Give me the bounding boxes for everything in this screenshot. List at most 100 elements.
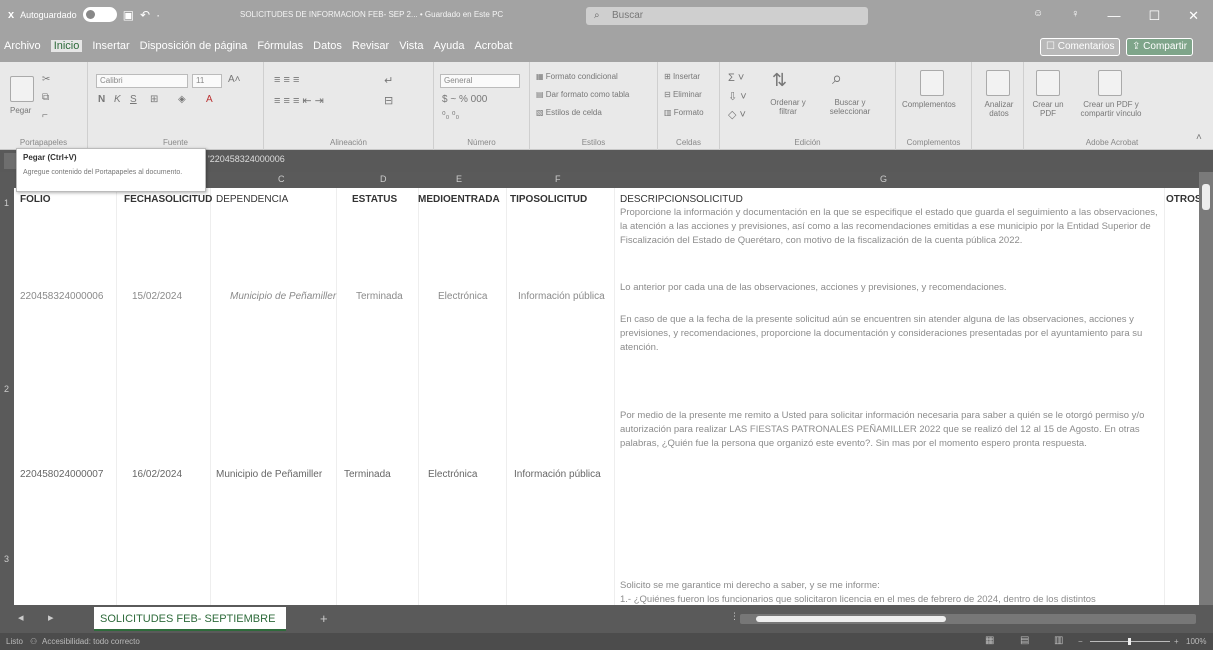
page-break-icon[interactable]: ▥ <box>1054 635 1063 646</box>
save-icon[interactable]: ▣ <box>123 8 134 22</box>
cell-styles-button[interactable]: ▧ Estilos de celda <box>536 108 602 117</box>
add-sheet-button[interactable]: + <box>320 611 328 626</box>
paste-label[interactable]: Pegar <box>10 106 31 115</box>
normal-view-icon[interactable]: ▦ <box>985 635 994 646</box>
borders-icon[interactable]: ⊞ <box>150 94 158 105</box>
insert-cells-button[interactable]: ⊞ Insertar <box>664 72 700 81</box>
column-header-e[interactable]: E <box>456 174 462 184</box>
paste-icon[interactable] <box>10 76 34 102</box>
record-2-desc-p1[interactable]: Por medio de la presente me remito a Ust… <box>620 409 1160 451</box>
font-color-icon[interactable]: A <box>206 94 213 105</box>
addins-icon[interactable] <box>920 70 944 96</box>
record-2-tipo[interactable]: Información pública <box>514 469 601 480</box>
menu-ayuda[interactable]: Ayuda <box>433 40 464 52</box>
header-medio[interactable]: MEDIOENTRADA <box>418 194 500 205</box>
sort-filter-label[interactable]: Ordenar y filtrar <box>766 98 810 116</box>
autosave-toggle[interactable] <box>82 7 117 22</box>
bold-icon[interactable]: N <box>98 94 105 105</box>
align-top-icon[interactable]: ≡ ≡ ≡ <box>274 74 299 86</box>
record-2-dependencia[interactable]: Municipio de Peñamiller <box>216 469 322 480</box>
row-header-3[interactable]: 3 <box>4 554 9 564</box>
record-2-folio[interactable]: 220458024000007 <box>20 469 103 480</box>
create-pdf-label[interactable]: Crear un PDF <box>1030 100 1066 118</box>
horizontal-scroll-thumb[interactable] <box>756 616 946 622</box>
create-pdf-icon[interactable] <box>1036 70 1060 96</box>
record-3-desc-p1[interactable]: Solicito se me garantice mi derecho a sa… <box>620 579 1160 593</box>
prev-sheet-icon[interactable]: ◂ <box>18 611 24 624</box>
align-left-icon[interactable]: ≡ ≡ ≡ ⇤ ⇥ <box>274 94 324 107</box>
horizontal-scrollbar[interactable] <box>740 614 1196 624</box>
record-1-fecha[interactable]: 15/02/2024 <box>132 291 182 302</box>
create-share-label[interactable]: Crear un PDF y compartir vínculo <box>1068 100 1154 118</box>
find-icon[interactable]: ⌕ <box>832 68 842 89</box>
column-header-c[interactable]: C <box>278 174 285 184</box>
menu-revisar[interactable]: Revisar <box>352 40 389 52</box>
autosum-icon[interactable]: Σ ˅ <box>728 72 744 84</box>
idea-icon[interactable]: ♀ <box>1071 8 1079 24</box>
decimal-icon[interactable]: ⁰₀ ⁰₀ <box>442 110 459 121</box>
italic-icon[interactable]: K <box>114 94 121 105</box>
undo-icon[interactable]: ↶ <box>140 8 150 22</box>
formula-input[interactable]: '220458324000006 <box>208 154 285 164</box>
record-1-estatus[interactable]: Terminada <box>356 291 403 302</box>
row-header-2[interactable]: 2 <box>4 384 9 394</box>
column-header-d[interactable]: D <box>380 174 387 184</box>
sheet-options-icon[interactable]: ⋮ <box>730 611 739 622</box>
comments-button[interactable]: ☐ Comentarios <box>1040 38 1121 56</box>
header-otros[interactable]: OTROSD <box>1166 194 1199 205</box>
menu-archivo[interactable]: Archivo <box>4 40 41 52</box>
record-3-desc-p2[interactable]: 1.- ¿Quiénes fueron los funcionarios que… <box>620 593 1160 605</box>
record-2-fecha[interactable]: 16/02/2024 <box>132 469 182 480</box>
search-input[interactable]: ⌕ Buscar <box>586 7 868 25</box>
analyze-data-icon[interactable] <box>986 70 1010 96</box>
menu-formulas[interactable]: Fórmulas <box>257 40 303 52</box>
header-folio[interactable]: FOLIO <box>20 194 51 205</box>
fill-icon[interactable]: ⇩ ˅ <box>728 90 747 103</box>
header-fecha[interactable]: FECHASOLICITUD <box>124 194 212 205</box>
menu-inicio[interactable]: Inicio <box>50 40 83 52</box>
share-button[interactable]: ⇪ Compartir <box>1126 38 1194 56</box>
wrap-text-icon[interactable]: ↵ <box>384 74 393 87</box>
record-2-medio[interactable]: Electrónica <box>428 469 477 480</box>
sheet-tab-active[interactable]: SOLICITUDES FEB- SEPTIEMBRE 202 <box>94 607 286 649</box>
collapse-ribbon-icon[interactable]: ˄ <box>1196 132 1202 143</box>
menu-acrobat[interactable]: Acrobat <box>474 40 512 52</box>
header-dependencia[interactable]: DEPENDENCIA <box>216 194 288 205</box>
menu-vista[interactable]: Vista <box>399 40 423 52</box>
header-tipo[interactable]: TIPOSOLICITUD <box>510 194 587 205</box>
redo-icon[interactable]: · <box>156 8 160 22</box>
close-button[interactable]: ✕ <box>1188 8 1199 24</box>
row-header-1[interactable]: 1 <box>4 198 9 208</box>
sort-filter-icon[interactable]: ⇅ <box>772 70 787 91</box>
create-share-pdf-icon[interactable] <box>1098 70 1122 96</box>
format-as-table-button[interactable]: ▤ Dar formato como tabla <box>536 90 629 99</box>
grow-font-icon[interactable]: A˄ <box>228 74 241 85</box>
maximize-button[interactable]: ☐ <box>1148 8 1160 24</box>
format-painter-icon[interactable]: ⌐ <box>42 110 48 121</box>
zoom-in-icon[interactable]: + <box>1174 637 1179 646</box>
zoom-level[interactable]: 100% <box>1186 637 1206 646</box>
column-header-g[interactable]: G <box>880 174 887 184</box>
cut-icon[interactable]: ✂ <box>42 74 50 85</box>
menu-disposicion[interactable]: Disposición de página <box>140 40 248 52</box>
clear-icon[interactable]: ◇ ˅ <box>728 108 746 121</box>
record-1-tipo[interactable]: Información pública <box>518 291 605 302</box>
conditional-format-button[interactable]: ▦ Formato condicional <box>536 72 618 81</box>
menu-datos[interactable]: Datos <box>313 40 342 52</box>
account-icon[interactable]: ☺ <box>1033 8 1043 24</box>
format-cells-button[interactable]: ▥ Formato <box>664 108 704 117</box>
column-header-f[interactable]: F <box>555 174 561 184</box>
record-1-desc-p2[interactable]: Lo anterior por cada una de las observac… <box>620 281 1160 295</box>
merge-center-icon[interactable]: ⊟ <box>384 94 393 107</box>
record-1-dependencia[interactable]: Municipio de Peñamiller <box>230 291 336 302</box>
number-format-field[interactable]: General <box>440 74 520 88</box>
analyze-data-label[interactable]: Analizar datos <box>980 100 1018 118</box>
worksheet-grid[interactable]: FOLIO FECHASOLICITUD DEPENDENCIA ESTATUS… <box>14 188 1199 605</box>
accessibility-status[interactable]: Accesibilidad: todo correcto <box>42 637 140 646</box>
menu-insertar[interactable]: Insertar <box>92 40 129 52</box>
page-layout-icon[interactable]: ▤ <box>1020 635 1029 646</box>
currency-icon[interactable]: $ ~ % 000 <box>442 94 487 105</box>
vertical-scrollbar[interactable] <box>1199 172 1213 605</box>
header-estatus[interactable]: ESTATUS <box>352 194 397 205</box>
addins-label[interactable]: Complementos <box>902 100 956 109</box>
